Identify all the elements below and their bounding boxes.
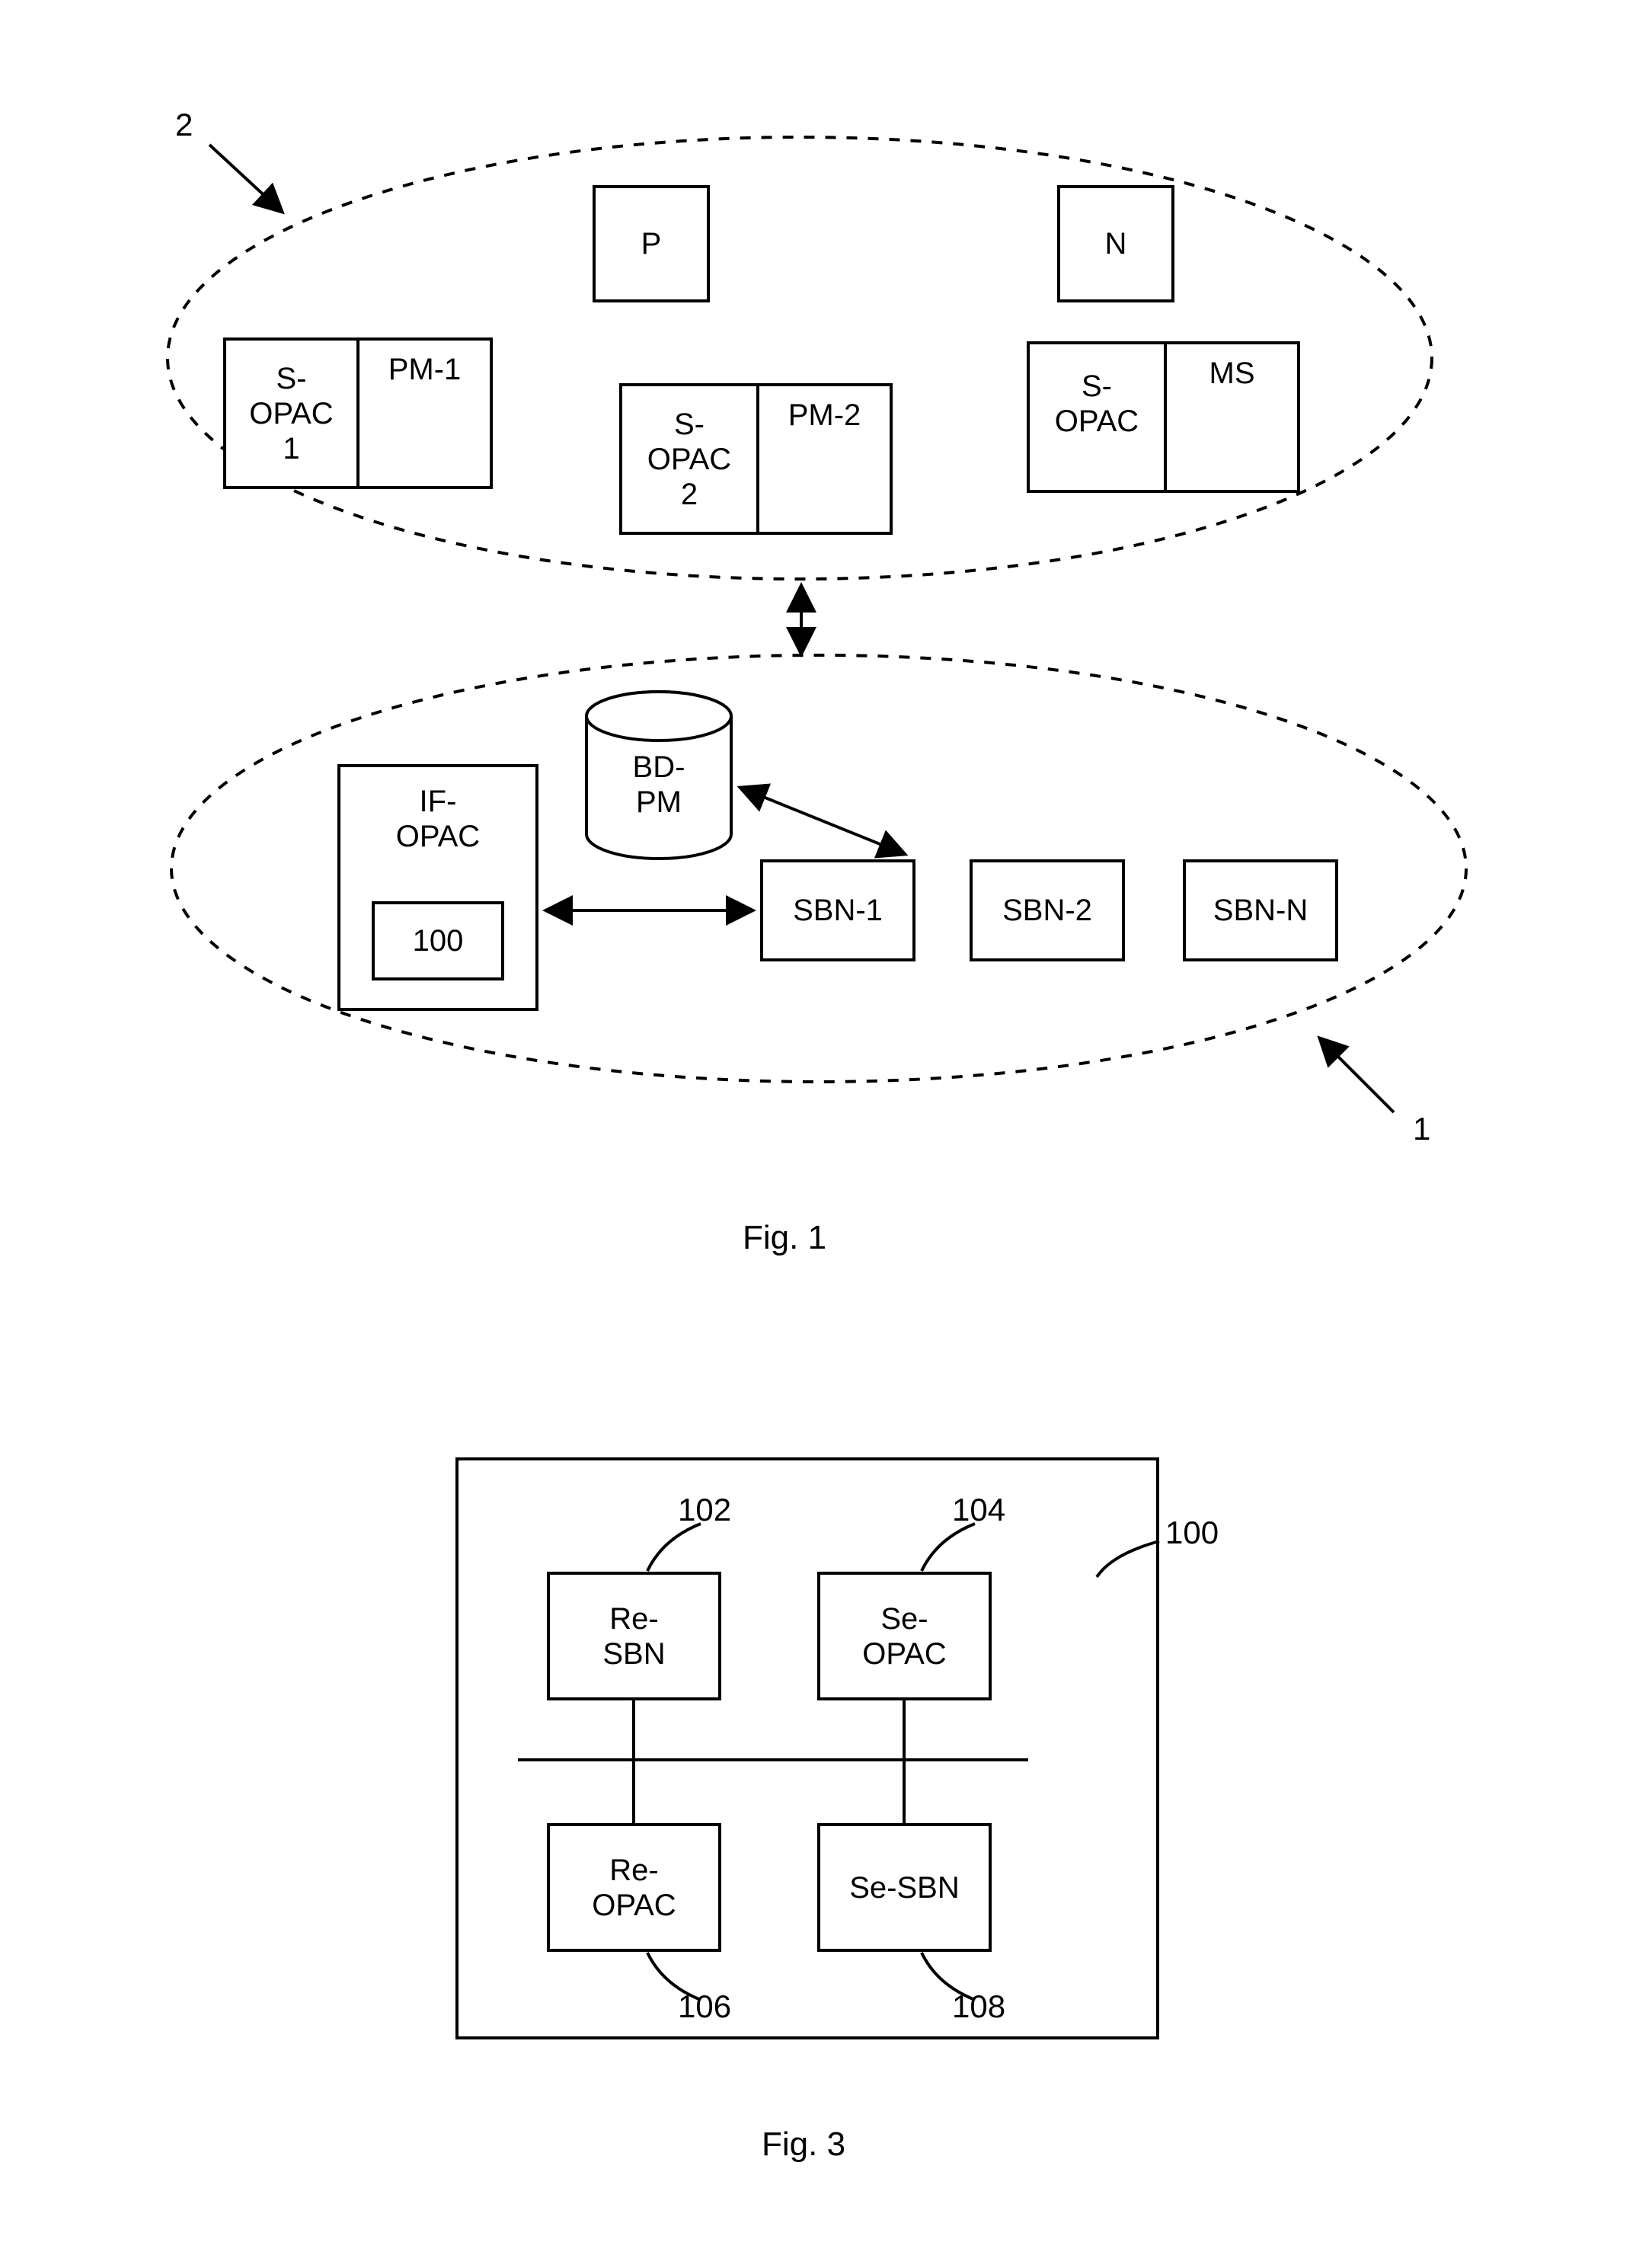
label-sbn2: SBN-2 — [971, 861, 1123, 960]
label-pair3-right: MS — [1165, 343, 1299, 404]
label-pair2-left: S- OPAC 2 — [621, 385, 758, 533]
label-pair3-left: S- OPAC — [1028, 343, 1165, 465]
label-re-sbn: Re- SBN — [548, 1573, 720, 1699]
label-bdpm: BD- PM — [586, 743, 731, 827]
caption-fig1: Fig. 1 — [743, 1219, 826, 1257]
arrow-bdpm-sbn — [743, 789, 903, 853]
ref-102: 102 — [678, 1492, 731, 1528]
pointer-2 — [209, 145, 280, 210]
label-pair1-right: PM-1 — [358, 339, 491, 400]
label-p: P — [594, 187, 708, 301]
ref-1: 1 — [1413, 1111, 1430, 1147]
label-ifopac-inner: 100 — [373, 903, 503, 979]
label-sbn1: SBN-1 — [762, 861, 914, 960]
label-pair2-right: PM-2 — [758, 385, 891, 446]
ref-104: 104 — [952, 1492, 1005, 1528]
label-se-sbn: Se-SBN — [819, 1825, 990, 1950]
label-se-opac: Se- OPAC — [819, 1573, 990, 1699]
ref-2: 2 — [175, 107, 193, 143]
label-sbnN: SBN-N — [1184, 861, 1337, 960]
caption-fig3: Fig. 3 — [762, 2126, 845, 2164]
pointer-1 — [1321, 1040, 1394, 1112]
label-pair1-left: S- OPAC 1 — [225, 339, 358, 488]
ref-106: 106 — [678, 1988, 731, 2025]
ref-108: 108 — [952, 1988, 1005, 2025]
label-ifopac: IF- OPAC — [339, 777, 537, 861]
label-re-opac: Re- OPAC — [548, 1825, 720, 1950]
label-n: N — [1059, 187, 1173, 301]
page: 2 1 P N S- OPAC 1 PM-1 S- OPAC 2 PM-2 S-… — [0, 0, 1636, 2268]
ref-100-outer: 100 — [1165, 1515, 1219, 1551]
